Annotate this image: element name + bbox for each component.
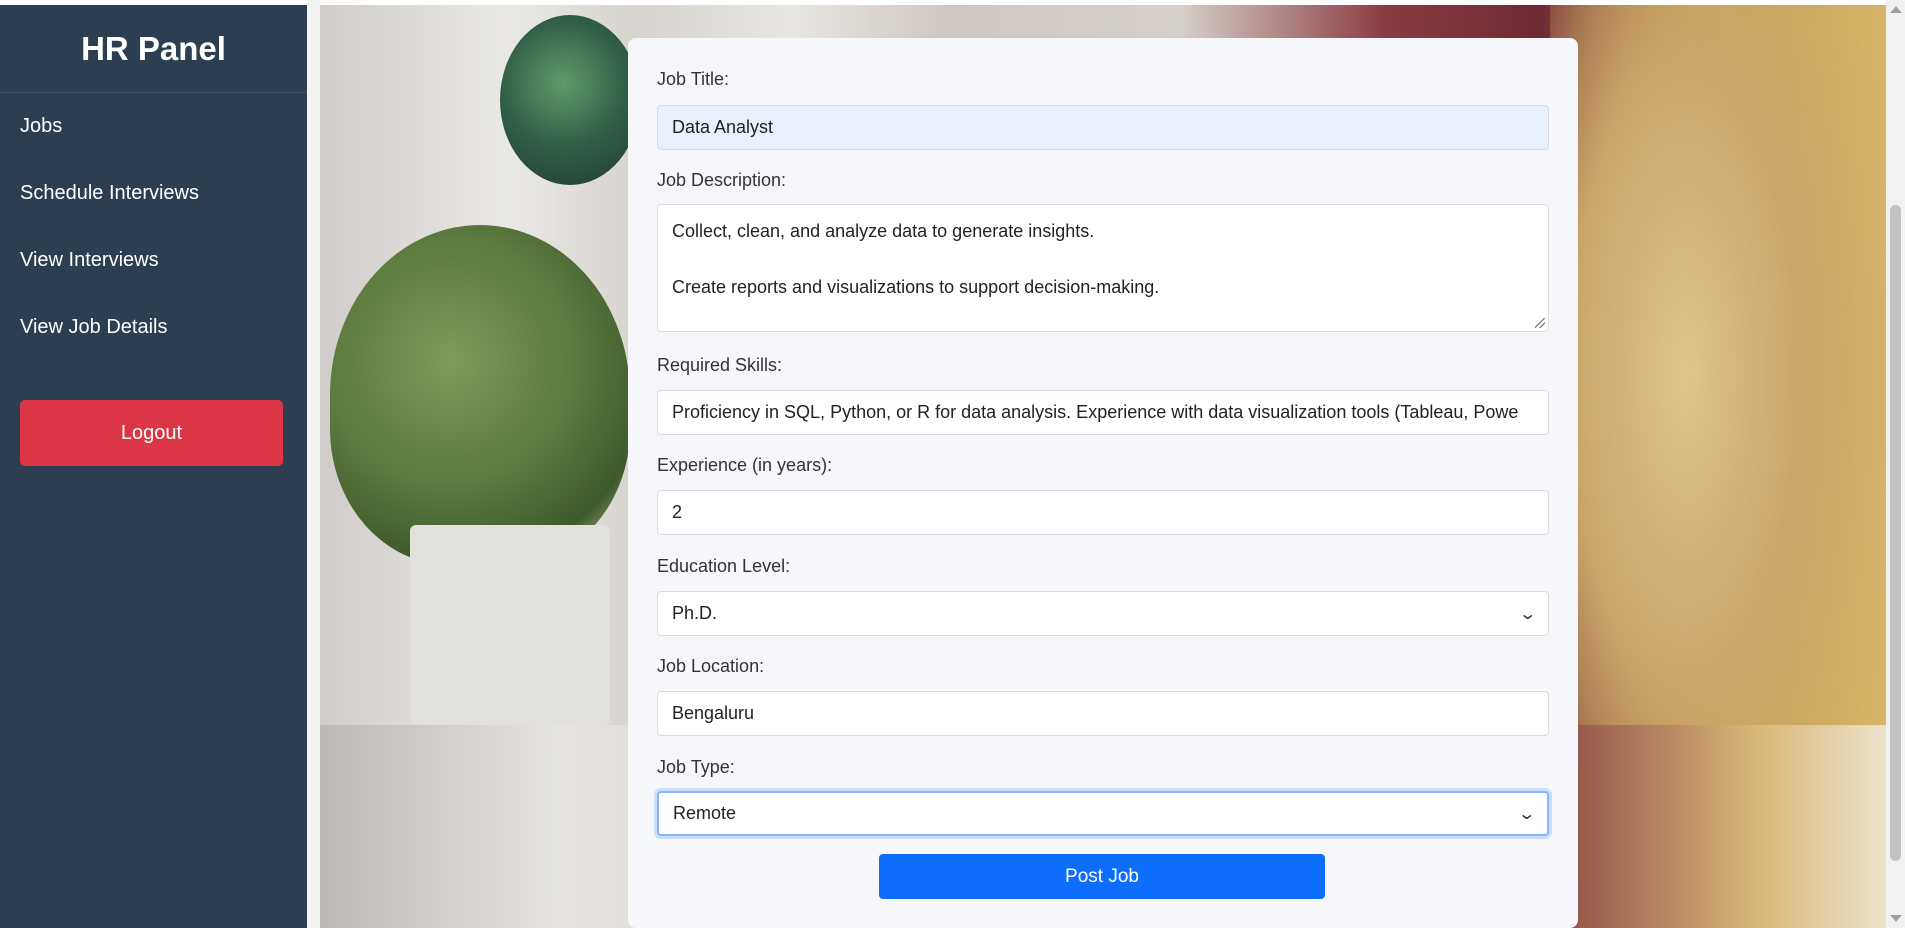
job-location-input[interactable]: Bengaluru	[657, 691, 1549, 736]
job-location-label: Job Location:	[657, 656, 765, 676]
job-type-label: Job Type:	[657, 757, 735, 777]
sidebar-item-view-job-details[interactable]: View Job Details	[0, 294, 307, 361]
education-level-value: Ph.D.	[672, 603, 718, 623]
pot-decoration	[410, 525, 610, 725]
scrollbar-thumb[interactable]	[1890, 205, 1901, 861]
job-description-textarea[interactable]: Collect, clean, and analyze data to gene…	[657, 204, 1549, 332]
divider	[307, 0, 320, 928]
sidebar-title: HR Panel	[0, 5, 307, 93]
job-post-form: Job Title: Data Analyst Job Description:…	[628, 38, 1578, 928]
chevron-down-icon: ⌄	[1517, 605, 1537, 623]
job-description-line	[672, 245, 1534, 273]
required-skills-input[interactable]: Proficiency in SQL, Python, or R for dat…	[657, 390, 1549, 435]
job-description-line: Collect, clean, and analyze data to gene…	[672, 221, 1095, 241]
experience-label: Experience (in years):	[657, 455, 833, 475]
education-level-label: Education Level:	[657, 556, 791, 576]
sidebar-item-jobs[interactable]: Jobs	[0, 93, 307, 160]
logout-button[interactable]: Logout	[20, 400, 283, 466]
resize-handle-icon[interactable]	[1535, 318, 1545, 328]
plant-decoration	[330, 225, 630, 565]
globe-decoration	[500, 15, 640, 185]
post-job-button[interactable]: Post Job	[879, 854, 1325, 899]
job-title-label: Job Title:	[657, 69, 730, 89]
job-description-label: Job Description:	[657, 170, 787, 190]
job-type-value: Remote	[673, 803, 737, 823]
scroll-down-icon[interactable]	[1890, 915, 1902, 922]
education-level-select[interactable]: Ph.D. ⌄	[657, 591, 1549, 636]
person-decoration	[1550, 5, 1886, 725]
scroll-up-icon[interactable]	[1890, 6, 1902, 13]
chevron-down-icon: ⌄	[1516, 805, 1536, 823]
sidebar-item-schedule-interviews[interactable]: Schedule Interviews	[0, 160, 307, 227]
job-description-line: Create reports and visualizations to sup…	[672, 277, 1160, 297]
required-skills-label: Required Skills:	[657, 355, 783, 375]
sidebar: HR Panel Jobs Schedule Interviews View I…	[0, 5, 307, 928]
experience-input[interactable]: 2	[657, 490, 1549, 535]
job-type-select[interactable]: Remote ⌄	[657, 791, 1549, 836]
job-title-input[interactable]: Data Analyst	[657, 105, 1549, 150]
scrollbar[interactable]	[1886, 0, 1905, 928]
sidebar-item-view-interviews[interactable]: View Interviews	[0, 227, 307, 294]
